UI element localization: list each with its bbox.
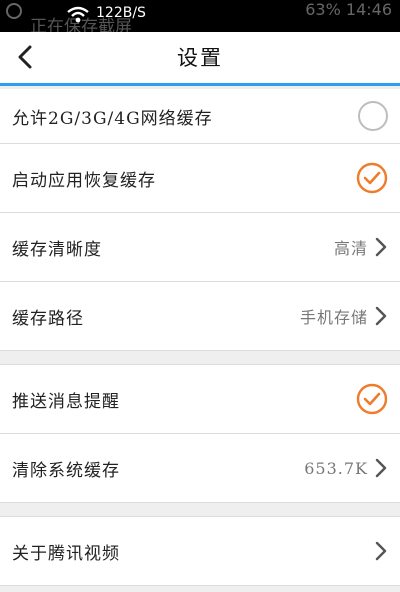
check-circle-icon[interactable] xyxy=(356,162,388,194)
setting-row-resume-cache[interactable]: 启动应用恢复缓存 xyxy=(0,144,400,213)
chevron-right-icon xyxy=(375,458,387,478)
chevron-right-icon xyxy=(375,306,387,326)
setting-row-push-notify[interactable]: 推送消息提醒 xyxy=(0,365,400,434)
title-bar: 设置 xyxy=(0,32,400,86)
page-title: 设置 xyxy=(177,46,223,70)
setting-label: 清除系统缓存 xyxy=(12,460,120,481)
group-divider xyxy=(0,351,400,365)
wifi-icon xyxy=(67,6,89,23)
status-bar: 正在保存截屏 122B/S 63% 14:46 xyxy=(0,0,400,32)
setting-row-cache-path[interactable]: 缓存路径 手机存储 xyxy=(0,282,400,351)
chevron-right-icon xyxy=(375,237,387,257)
group-divider xyxy=(0,503,400,517)
setting-label: 启动应用恢复缓存 xyxy=(12,170,156,191)
setting-label: 缓存清晰度 xyxy=(12,239,102,260)
setting-label: 关于腾讯视频 xyxy=(12,543,120,564)
setting-value: 手机存储 xyxy=(299,308,368,327)
settings-group-cache: 允许2G/3G/4G网络缓存 启动应用恢复缓存 缓存清晰度 高清 缓存路径 手机… xyxy=(0,89,400,351)
setting-row-about[interactable]: 关于腾讯视频 xyxy=(0,517,400,586)
setting-row-clear-cache[interactable]: 清除系统缓存 653.7K xyxy=(0,434,400,503)
setting-label: 缓存路径 xyxy=(12,308,84,329)
check-circle-icon[interactable] xyxy=(356,383,388,415)
setting-value: 高清 xyxy=(333,239,368,258)
setting-label: 推送消息提醒 xyxy=(12,391,120,412)
chevron-right-icon xyxy=(375,541,387,561)
setting-row-cache-quality[interactable]: 缓存清晰度 高清 xyxy=(0,213,400,282)
network-speed: 122B/S xyxy=(96,5,146,21)
setting-label: 允许2G/3G/4G网络缓存 xyxy=(12,108,213,129)
settings-list: 允许2G/3G/4G网络缓存 启动应用恢复缓存 缓存清晰度 高清 缓存路径 手机… xyxy=(0,89,400,586)
status-right: 63% 14:46 xyxy=(305,0,392,19)
settings-group-about: 关于腾讯视频 xyxy=(0,517,400,586)
setting-value: 653.7K xyxy=(304,458,368,478)
unchecked-circle-icon[interactable] xyxy=(358,101,388,131)
setting-row-network-cache[interactable]: 允许2G/3G/4G网络缓存 xyxy=(0,89,400,144)
usb-icon xyxy=(6,3,22,19)
settings-group-system: 推送消息提醒 清除系统缓存 653.7K xyxy=(0,365,400,503)
